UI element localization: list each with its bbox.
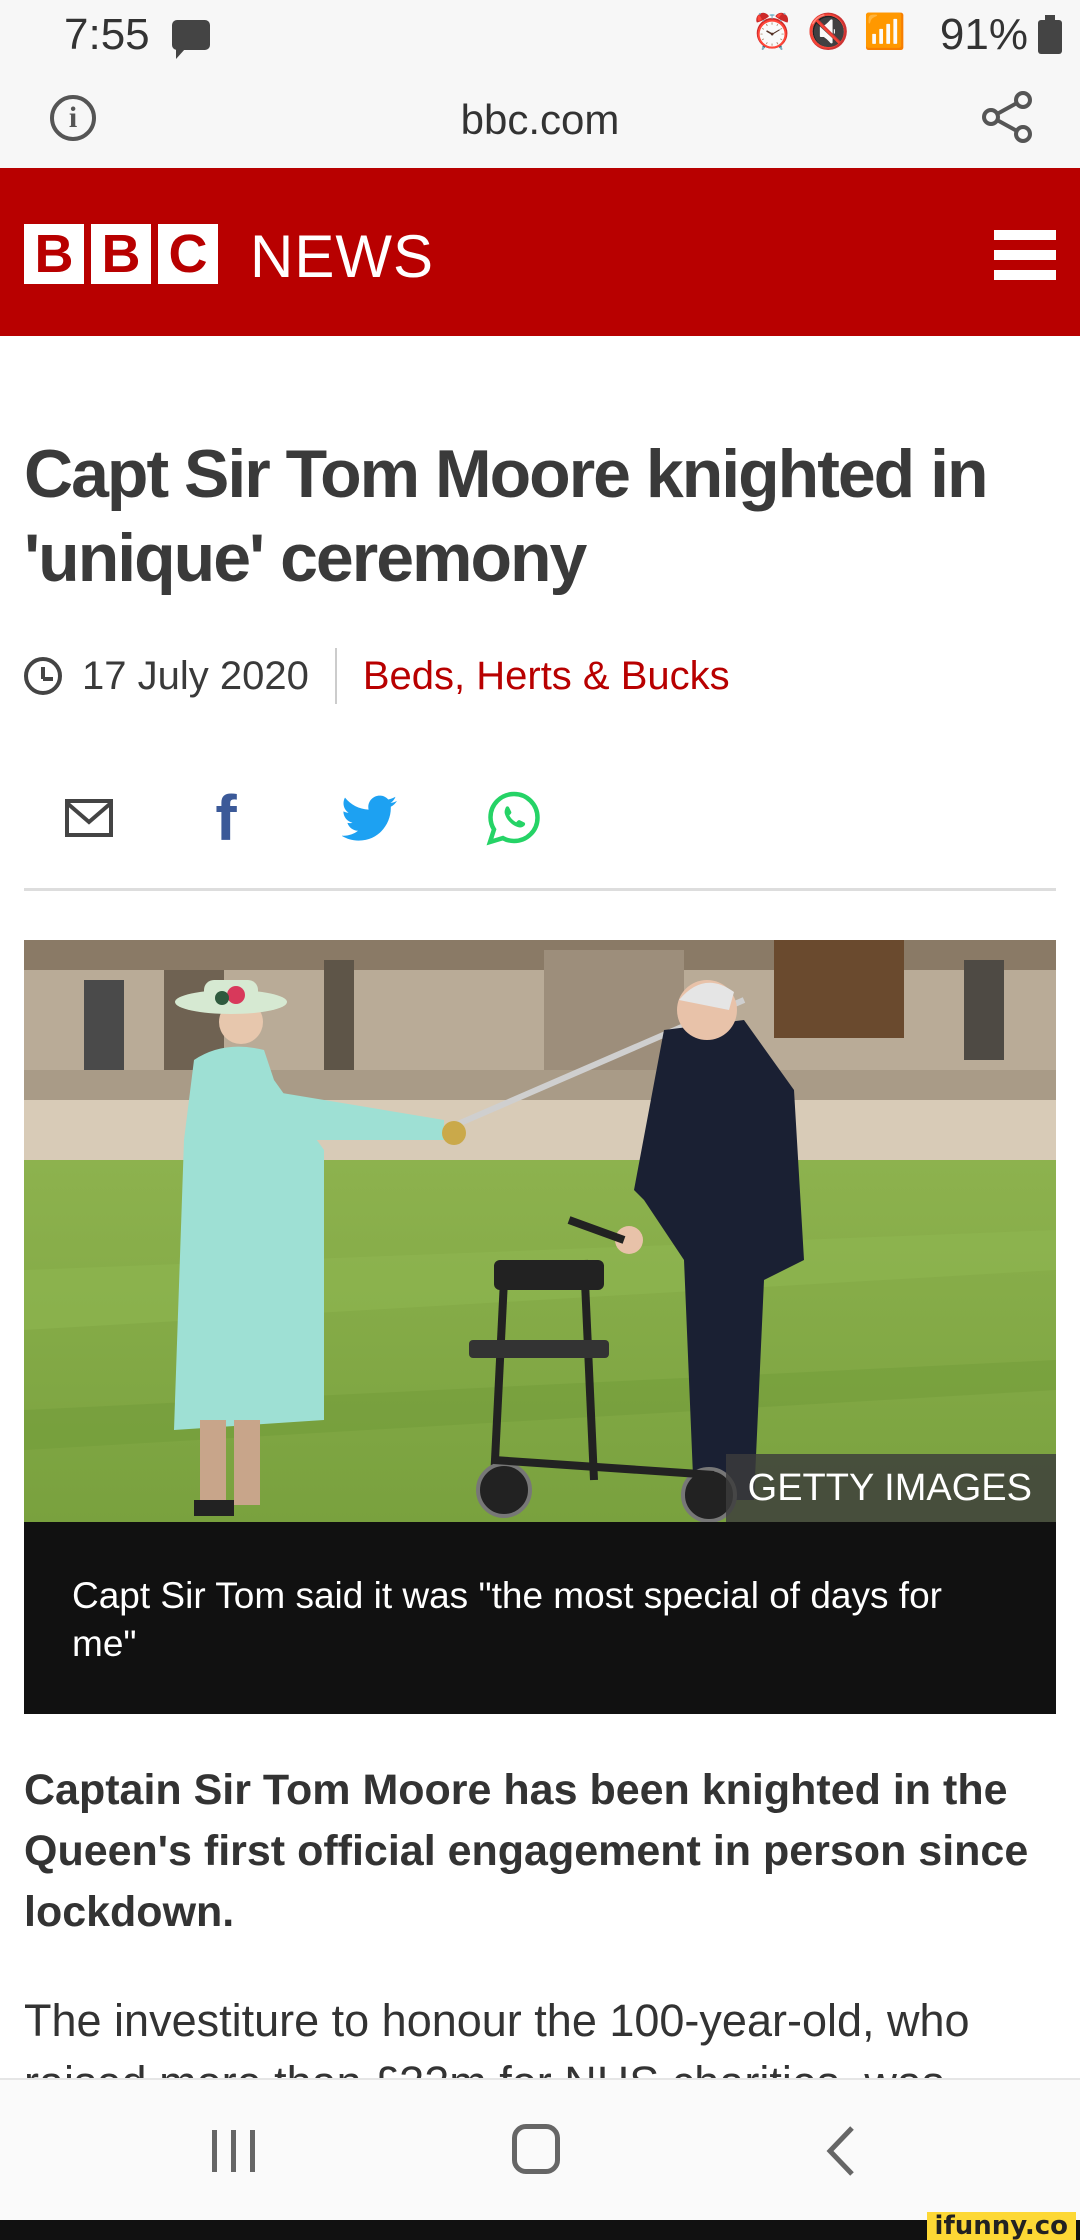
site-header: B B C NEWS: [0, 168, 1080, 336]
image-caption: Capt Sir Tom said it was "the most speci…: [24, 1522, 1056, 1714]
status-time: 7:55: [64, 10, 150, 59]
hamburger-menu-icon[interactable]: [994, 230, 1056, 280]
divider-line: [24, 888, 1056, 891]
recent-apps-icon[interactable]: [212, 2130, 256, 2172]
image-credit: GETTY IMAGES: [725, 1454, 1056, 1522]
article-paragraph: The investiture to honour the 100-year-o…: [24, 1995, 970, 2080]
article-lead: Captain Sir Tom Moore has been knighted …: [24, 1766, 1029, 1936]
logo-letter: B: [24, 224, 84, 284]
watermark: ifunny.co: [926, 2212, 1076, 2240]
bbc-logo[interactable]: B B C: [24, 224, 218, 284]
status-bar: 7:55 ⏰🔇📶 91%: [0, 0, 1080, 72]
back-icon[interactable]: [820, 2124, 860, 2178]
article-section-link[interactable]: Beds, Herts & Bucks: [363, 654, 730, 699]
logo-letter: B: [91, 224, 151, 284]
status-icons: ⏰🔇📶: [751, 12, 920, 52]
email-share-button[interactable]: [24, 782, 154, 854]
system-nav-bar: [0, 2078, 1080, 2220]
article-headline: Capt Sir Tom Moore knighted in 'unique' …: [24, 436, 989, 596]
share-icon[interactable]: [980, 90, 1034, 144]
share-tools: f: [24, 782, 586, 854]
battery-icon: [1038, 15, 1062, 54]
twitter-share-button[interactable]: [298, 782, 442, 854]
meta-divider: [334, 648, 337, 704]
wifi-icon: 📶: [863, 13, 920, 51]
facebook-share-button[interactable]: f: [154, 782, 298, 854]
logo-letter: C: [158, 224, 218, 284]
whatsapp-share-button[interactable]: [442, 782, 586, 854]
url-text[interactable]: bbc.com: [0, 96, 1080, 144]
browser-url-bar: i bbc.com: [0, 72, 1080, 168]
twitter-icon: [342, 795, 397, 841]
article-date: 17 July 2020: [82, 653, 309, 698]
mute-icon: 🔇: [807, 13, 864, 51]
knighting-ceremony-photo: [24, 940, 1056, 1522]
article-image[interactable]: GETTY IMAGES: [24, 940, 1056, 1522]
home-icon[interactable]: [512, 2124, 560, 2174]
logo-news-text[interactable]: NEWS: [250, 222, 434, 291]
message-icon: [172, 20, 210, 59]
clock-icon: [24, 657, 62, 695]
alarm-icon: ⏰: [750, 13, 808, 51]
article-meta: 17 July 2020 Beds, Herts & Bucks: [24, 648, 730, 704]
email-icon: [65, 799, 113, 837]
facebook-icon: f: [215, 782, 237, 854]
bottom-strip: [0, 2220, 1080, 2240]
battery-percent: 91%: [939, 10, 1028, 59]
whatsapp-icon: [486, 791, 540, 846]
